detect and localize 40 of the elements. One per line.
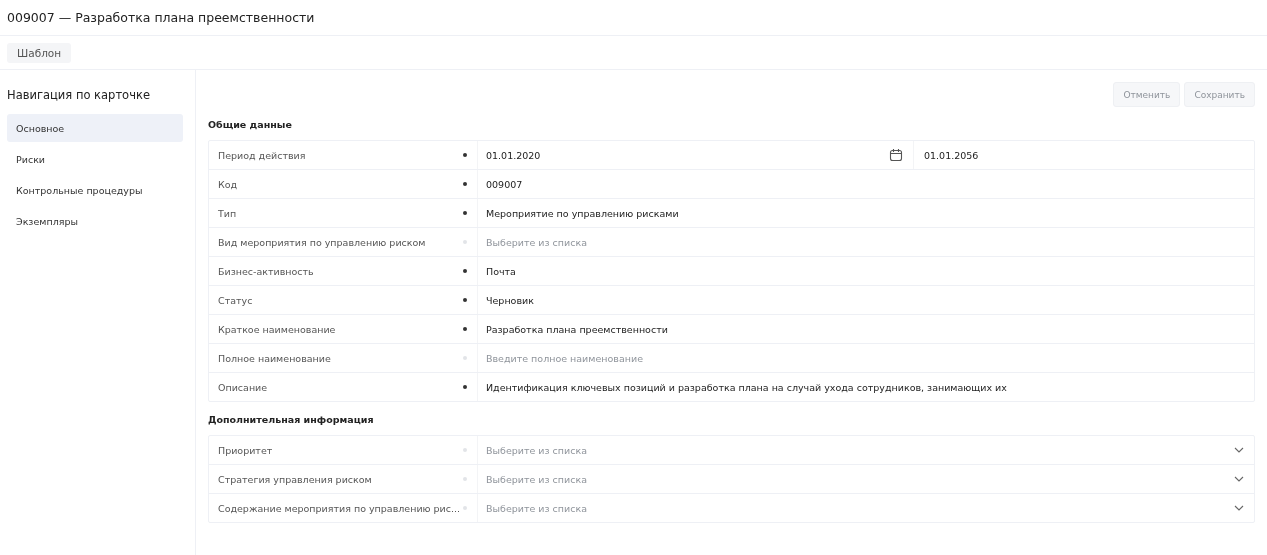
field-label: Краткое наименование [218, 323, 336, 335]
field-label: Период действия [218, 149, 306, 161]
field-label: Стратегия управления риском [218, 473, 372, 485]
field-marker-icon [463, 182, 467, 186]
chevron-down-icon [1234, 476, 1244, 482]
section-title: Общие данные [208, 119, 293, 130]
field-marker-icon [463, 327, 467, 331]
nav-item[interactable]: Контрольные процедуры [7, 176, 183, 204]
field-label: Тип [218, 207, 237, 219]
field-label: Бизнес-активность [218, 265, 314, 277]
field-marker-icon [463, 385, 467, 389]
text-field[interactable]: Мероприятие по управлению рисками [477, 199, 1254, 227]
field-label: Вид мероприятия по управлению риском [218, 236, 426, 248]
field-label: Содержание мероприятия по управлению рис... [218, 502, 461, 514]
start-date-field[interactable]: 01.01.2020 [486, 141, 914, 169]
field-label: Статус [218, 294, 253, 306]
text-field[interactable]: Черновик [477, 286, 1254, 314]
text-field[interactable]: Идентификация ключевых позиций и разработка плана на случай ухода сотрудников, занимающих их [477, 373, 1254, 401]
field-marker-icon [463, 211, 467, 215]
field-marker-icon [463, 298, 467, 302]
section-title: Дополнительная информация [208, 414, 375, 425]
text-field[interactable]: 009007 [477, 170, 1254, 198]
nav-item[interactable]: Экземпляры [7, 207, 183, 235]
field-marker-icon [463, 269, 467, 273]
field-label: Полное наименование [218, 352, 331, 364]
text-field[interactable]: Почта [477, 257, 1254, 285]
field-label: Код [218, 178, 238, 190]
calendar-icon [889, 148, 903, 162]
nav-item[interactable]: Основное [7, 114, 183, 142]
chevron-down-icon [1234, 447, 1244, 453]
page-title: 009007 — Разработка плана преемственности [7, 10, 315, 25]
end-date-field[interactable]: 01.01.2056 [914, 149, 979, 161]
chevron-down-icon [1234, 505, 1244, 511]
field-label: Приоритет [218, 444, 273, 456]
template-button[interactable]: Шаблон [7, 42, 72, 63]
text-field[interactable]: Разработка плана преемственности [477, 315, 1254, 343]
field-marker-icon [463, 153, 467, 157]
nav-item[interactable]: Риски [7, 145, 183, 173]
field-label: Описание [218, 381, 268, 393]
nav-title: Навигация по карточке [7, 88, 151, 104]
